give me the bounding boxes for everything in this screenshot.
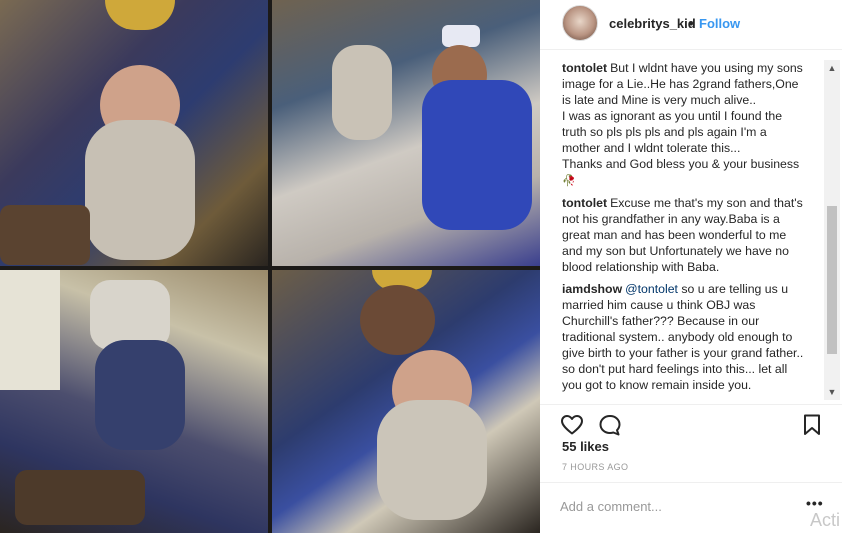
heart-icon[interactable] xyxy=(560,413,584,437)
post-side-panel: celebritys_kid • Follow tontolet But I wl… xyxy=(540,0,842,533)
follow-button[interactable]: Follow xyxy=(699,16,740,31)
add-comment-input[interactable] xyxy=(560,495,780,517)
rose-emoji: 🥀 xyxy=(562,175,576,187)
scroll-down-arrow-icon[interactable]: ▼ xyxy=(824,384,840,400)
window-shape xyxy=(0,270,60,390)
baby-body-shape xyxy=(85,120,195,260)
comment-composer: ••• xyxy=(540,482,842,533)
comment-text: I was as ignorant as you until I found t… xyxy=(562,109,783,155)
comment-text: Thanks and God bless you & your business xyxy=(562,157,800,171)
comment-item: iamdshow @tontolet so u are telling us u … xyxy=(540,281,828,393)
avatar[interactable] xyxy=(562,5,598,41)
comments-list[interactable]: tontolet But I wldnt have you using my so… xyxy=(540,60,828,400)
post-image-collage[interactable] xyxy=(0,0,540,533)
elder-face-shape xyxy=(360,285,435,355)
comment-icon[interactable] xyxy=(598,413,622,437)
comment-author[interactable]: tontolet xyxy=(562,196,607,210)
scroll-up-arrow-icon[interactable]: ▲ xyxy=(824,60,840,76)
likes-count[interactable]: 55 likes xyxy=(562,439,609,454)
baby-body-shape xyxy=(377,400,487,520)
board-game-shape xyxy=(15,470,145,525)
comment-item: tontolet But I wldnt have you using my so… xyxy=(540,60,828,189)
more-icon[interactable]: ••• xyxy=(806,495,824,511)
comment-author[interactable]: iamdshow xyxy=(562,282,622,296)
post-header: celebritys_kid • Follow xyxy=(540,0,842,50)
comment-author[interactable]: tontolet xyxy=(562,61,607,75)
username-link[interactable]: celebritys_kid xyxy=(609,16,696,31)
comments-scrollbar[interactable]: ▲ ▼ xyxy=(824,60,840,400)
cap-shape xyxy=(105,0,175,30)
post-timestamp[interactable]: 7 HOURS AGO xyxy=(562,462,628,472)
photo-elder-with-baby-2 xyxy=(272,270,540,533)
comment-text: so u are telling us u married him cause … xyxy=(562,282,804,392)
board-game-shape xyxy=(0,205,90,265)
elder-body-shape xyxy=(95,340,185,450)
separator-dot: • xyxy=(689,16,694,31)
baby-shape xyxy=(332,45,392,140)
post-actions-bar xyxy=(540,404,842,438)
comment-mention-link[interactable]: @tontolet xyxy=(625,282,678,296)
kufi-cap-shape xyxy=(442,25,480,47)
scroll-thumb[interactable] xyxy=(827,206,837,354)
photo-elder-with-baby-1 xyxy=(0,0,268,266)
comment-item: tontolet Excuse me that's my son and that… xyxy=(540,195,828,275)
photo-man-kneeling xyxy=(272,0,540,266)
bookmark-icon[interactable] xyxy=(800,413,824,437)
activation-watermark: Acti xyxy=(810,510,841,530)
photo-elder-lifting-baby xyxy=(0,270,268,533)
blue-outfit-shape xyxy=(422,80,532,230)
